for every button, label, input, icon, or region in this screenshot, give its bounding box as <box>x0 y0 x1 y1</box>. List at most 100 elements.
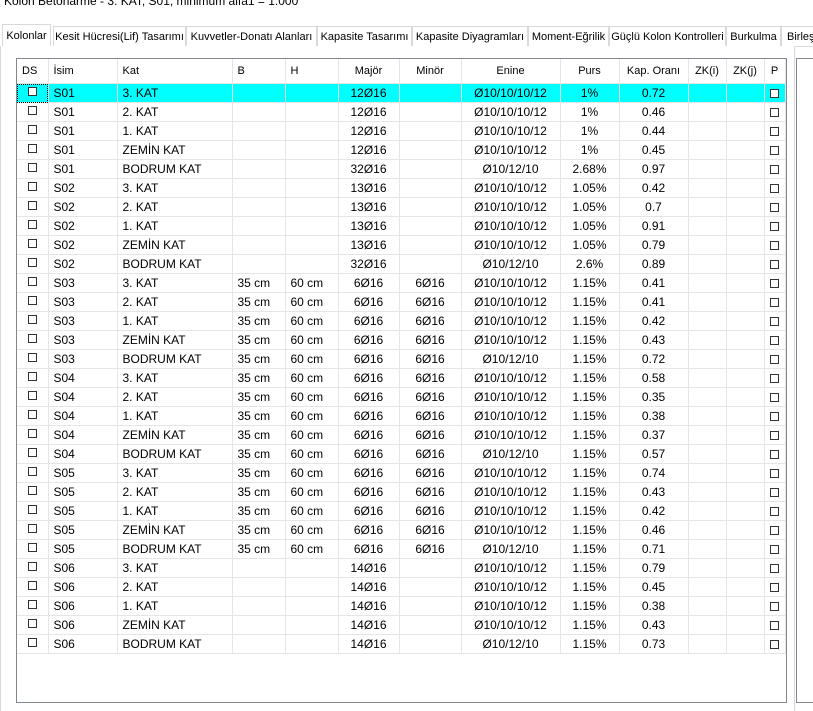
ds-checkbox[interactable] <box>27 505 37 515</box>
ds-checkbox[interactable] <box>27 277 37 287</box>
table-row[interactable]: S06 3. KAT 14Ø16 Ø10/10/10/12 1.15% 0.79 <box>17 558 786 578</box>
ds-checkbox[interactable] <box>27 372 37 382</box>
p-checkbox[interactable] <box>770 488 779 498</box>
ds-checkbox[interactable] <box>27 87 37 97</box>
p-checkbox[interactable] <box>770 450 779 460</box>
p-checkbox[interactable] <box>770 374 779 384</box>
p-checkbox[interactable] <box>770 640 779 650</box>
header-isim[interactable]: İsim <box>48 59 118 84</box>
p-checkbox[interactable] <box>770 355 779 365</box>
ds-checkbox[interactable] <box>27 562 37 572</box>
table-row[interactable]: S02 ZEMİN KAT 13Ø16 Ø10/10/10/12 1.05% 0.79 <box>17 235 786 255</box>
table-row[interactable]: S03 3. KAT 35 cm 60 cm 6Ø16 6Ø16 Ø10/10/10/12 1… <box>17 273 786 293</box>
header-b[interactable]: B <box>232 59 286 84</box>
ds-checkbox[interactable] <box>27 600 37 610</box>
table-row[interactable]: S01 1. KAT 12Ø16 Ø10/10/10/12 1% 0.44 <box>17 121 786 141</box>
table-row[interactable]: S03 2. KAT 35 cm 60 cm 6Ø16 6Ø16 Ø10/10/10/12 1… <box>17 292 786 312</box>
ds-checkbox[interactable] <box>27 258 37 268</box>
header-zk-j[interactable]: ZK(j) <box>726 59 765 84</box>
ds-checkbox[interactable] <box>27 581 37 591</box>
p-checkbox[interactable] <box>770 317 779 327</box>
tab-kapasite-tasarimi[interactable]: Kapasite Tasarımı <box>317 26 412 46</box>
ds-checkbox[interactable] <box>27 543 37 553</box>
ds-checkbox[interactable] <box>27 410 37 420</box>
table-row[interactable]: S02 1. KAT 13Ø16 Ø10/10/10/12 1.05% 0.91 <box>17 216 786 236</box>
p-checkbox[interactable] <box>770 108 779 118</box>
p-checkbox[interactable] <box>770 165 779 175</box>
ds-checkbox[interactable] <box>27 239 37 249</box>
tab-birles[interactable]: Birleş <box>781 26 813 46</box>
table-row[interactable]: S06 ZEMİN KAT 14Ø16 Ø10/10/10/12 1.15% 0.43 <box>17 615 786 635</box>
header-major[interactable]: Majör <box>338 59 400 84</box>
table-row[interactable]: S02 BODRUM KAT 32Ø16 Ø10/12/10 2.6% 0.89 <box>17 254 786 274</box>
p-checkbox[interactable] <box>770 507 779 517</box>
table-row[interactable]: S01 BODRUM KAT 32Ø16 Ø10/12/10 2.68% 0.97 <box>17 159 786 179</box>
header-kap-orani[interactable]: Kap. Oranı <box>619 59 689 84</box>
p-checkbox[interactable] <box>770 146 779 156</box>
ds-checkbox[interactable] <box>27 486 37 496</box>
ds-checkbox[interactable] <box>27 125 37 135</box>
tab-kolonlar[interactable]: Kolonlar <box>2 24 51 47</box>
p-checkbox[interactable] <box>770 602 779 612</box>
p-checkbox[interactable] <box>770 469 779 479</box>
table-row[interactable]: S05 3. KAT 35 cm 60 cm 6Ø16 6Ø16 Ø10/10/10/12 1… <box>17 463 786 483</box>
ds-checkbox[interactable] <box>27 220 37 230</box>
table-row[interactable]: S03 BODRUM KAT 35 cm 60 cm 6Ø16 6Ø16 Ø10/12/10… <box>17 349 786 369</box>
ds-checkbox[interactable] <box>27 467 37 477</box>
p-checkbox[interactable] <box>770 184 779 194</box>
p-checkbox[interactable] <box>770 431 779 441</box>
tab-kesit-hucresi[interactable]: Kesit Hücresi(Lif) Tasarımı <box>53 26 186 46</box>
table-row[interactable]: S04 ZEMİN KAT 35 cm 60 cm 6Ø16 6Ø16 Ø10/10/10/… <box>17 425 786 445</box>
table-row[interactable]: S06 2. KAT 14Ø16 Ø10/10/10/12 1.15% 0.45 <box>17 577 786 597</box>
tab-kapasite-diyagramlari[interactable]: Kapasite Diyagramları <box>412 26 528 46</box>
ds-checkbox[interactable] <box>27 201 37 211</box>
ds-checkbox[interactable] <box>27 524 37 534</box>
p-checkbox[interactable] <box>770 203 779 213</box>
ds-checkbox[interactable] <box>27 429 37 439</box>
p-checkbox[interactable] <box>770 222 779 232</box>
ds-checkbox[interactable] <box>27 638 37 648</box>
p-checkbox[interactable] <box>770 412 779 422</box>
table-row[interactable]: S04 BODRUM KAT 35 cm 60 cm 6Ø16 6Ø16 Ø10/12/10… <box>17 444 786 464</box>
p-checkbox[interactable] <box>770 336 779 346</box>
ds-checkbox[interactable] <box>27 144 37 154</box>
p-checkbox[interactable] <box>770 621 779 631</box>
table-row[interactable]: S04 3. KAT 35 cm 60 cm 6Ø16 6Ø16 Ø10/10/10/12 1… <box>17 368 786 388</box>
table-row[interactable]: S04 1. KAT 35 cm 60 cm 6Ø16 6Ø16 Ø10/10/10/12 1… <box>17 406 786 426</box>
table-row[interactable]: S05 2. KAT 35 cm 60 cm 6Ø16 6Ø16 Ø10/10/10/12 1… <box>17 482 786 502</box>
p-checkbox[interactable] <box>770 545 779 555</box>
table-row[interactable]: S06 BODRUM KAT 14Ø16 Ø10/12/10 1.15% 0.73 <box>17 634 786 654</box>
tab-burkulma[interactable]: Burkulma <box>726 26 781 46</box>
header-p[interactable]: P <box>764 59 786 84</box>
table-row[interactable]: S02 2. KAT 13Ø16 Ø10/10/10/12 1.05% 0.7 <box>17 197 786 217</box>
header-h[interactable]: H <box>285 59 339 84</box>
table-row[interactable]: S02 3. KAT 13Ø16 Ø10/10/10/12 1.05% 0.42 <box>17 178 786 198</box>
columns-grid[interactable]: DS İsim Kat B H Majör Minör Enine Purs K… <box>16 58 787 703</box>
header-purs[interactable]: Purs <box>560 59 620 84</box>
p-checkbox[interactable] <box>770 583 779 593</box>
table-row[interactable]: S01 3. KAT 12Ø16 Ø10/10/10/12 1% 0.72 <box>17 83 786 103</box>
header-kat[interactable]: Kat <box>117 59 233 84</box>
ds-checkbox[interactable] <box>27 334 37 344</box>
table-row[interactable]: S05 1. KAT 35 cm 60 cm 6Ø16 6Ø16 Ø10/10/10/12 1… <box>17 501 786 521</box>
ds-checkbox[interactable] <box>27 315 37 325</box>
header-enine[interactable]: Enine <box>461 59 561 84</box>
p-checkbox[interactable] <box>770 526 779 536</box>
tab-guclu-kolon[interactable]: Güçlü Kolon Kontrolleri <box>609 26 726 46</box>
ds-checkbox[interactable] <box>27 448 37 458</box>
p-checkbox[interactable] <box>770 564 779 574</box>
table-row[interactable]: S03 ZEMİN KAT 35 cm 60 cm 6Ø16 6Ø16 Ø10/10/10/… <box>17 330 786 350</box>
p-checkbox[interactable] <box>770 298 779 308</box>
header-minor[interactable]: Minör <box>399 59 462 84</box>
ds-checkbox[interactable] <box>27 163 37 173</box>
p-checkbox[interactable] <box>770 89 779 99</box>
p-checkbox[interactable] <box>770 241 779 251</box>
ds-checkbox[interactable] <box>27 391 37 401</box>
p-checkbox[interactable] <box>770 393 779 403</box>
table-row[interactable]: S04 2. KAT 35 cm 60 cm 6Ø16 6Ø16 Ø10/10/10/12 1… <box>17 387 786 407</box>
ds-checkbox[interactable] <box>27 106 37 116</box>
p-checkbox[interactable] <box>770 279 779 289</box>
ds-checkbox[interactable] <box>27 182 37 192</box>
p-checkbox[interactable] <box>770 127 779 137</box>
table-row[interactable]: S06 1. KAT 14Ø16 Ø10/10/10/12 1.15% 0.38 <box>17 596 786 616</box>
